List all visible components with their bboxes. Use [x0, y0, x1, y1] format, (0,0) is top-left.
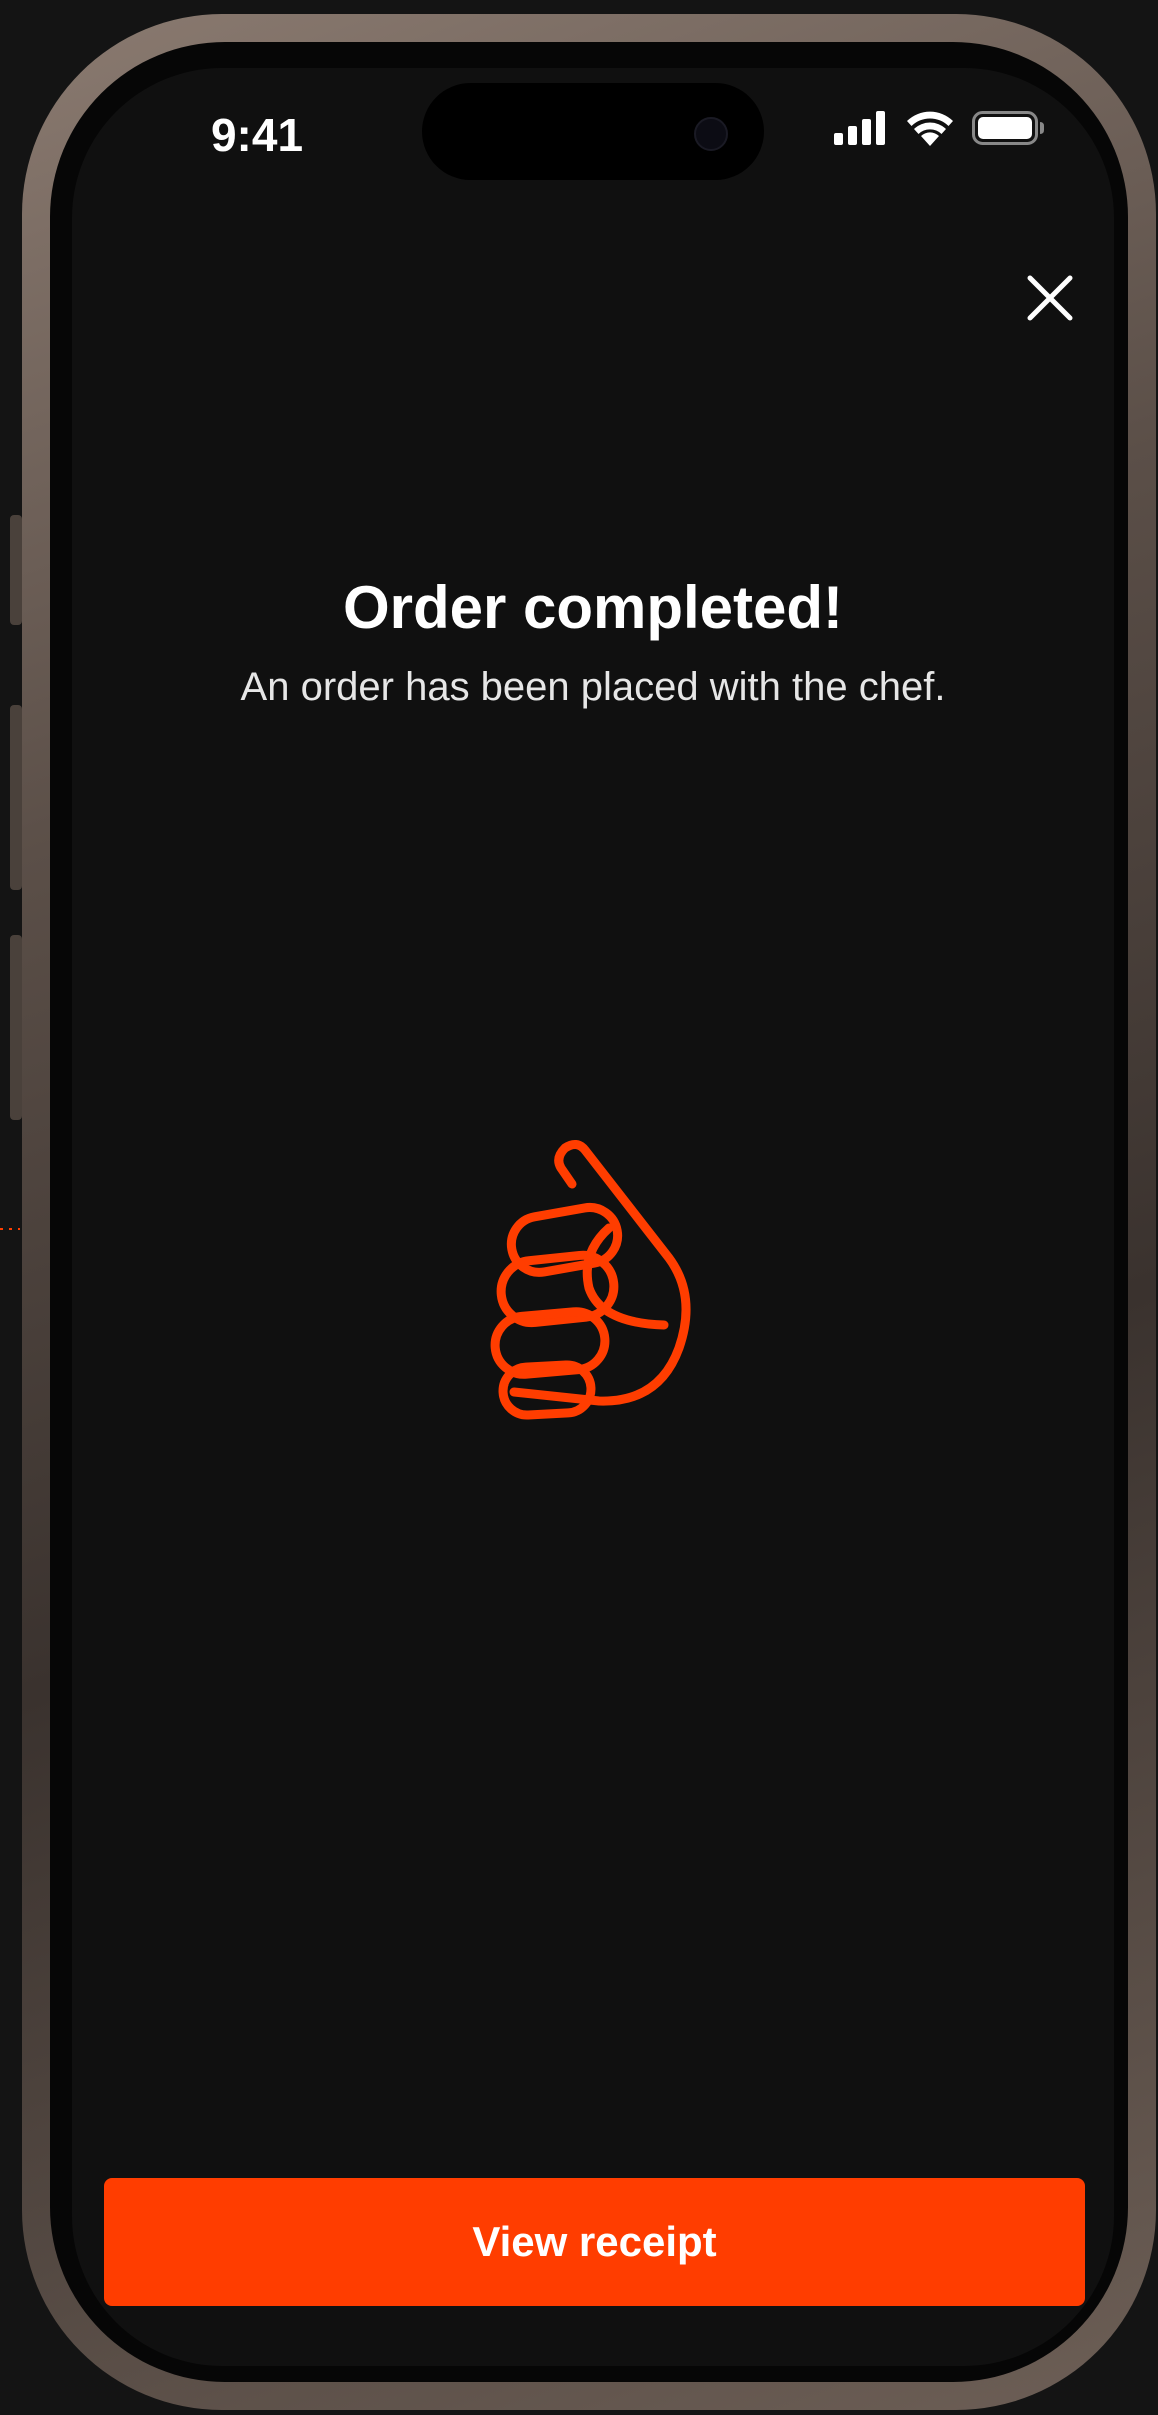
- wifi-icon: [907, 111, 953, 146]
- action-button: [10, 515, 22, 625]
- battery-icon: [972, 111, 1044, 145]
- status-time: 9:41: [210, 109, 304, 161]
- volume-up-button: [10, 705, 22, 890]
- status-icons: [834, 98, 1044, 158]
- view-receipt-button[interactable]: View receipt: [104, 2178, 1085, 2306]
- edge-marker: [0, 1228, 20, 1230]
- front-camera: [694, 117, 728, 151]
- close-icon[interactable]: [1020, 268, 1080, 328]
- page-title: Order completed!: [342, 574, 844, 641]
- thumbs-up-icon: [490, 1140, 691, 1420]
- app-screen: 9:41 Order completed! An order has been …: [72, 68, 1114, 2366]
- volume-down-button: [10, 935, 22, 1120]
- page-subtitle: An order has been placed with the chef.: [240, 665, 946, 709]
- dynamic-island: [422, 83, 764, 180]
- cellular-signal-icon: [834, 111, 885, 145]
